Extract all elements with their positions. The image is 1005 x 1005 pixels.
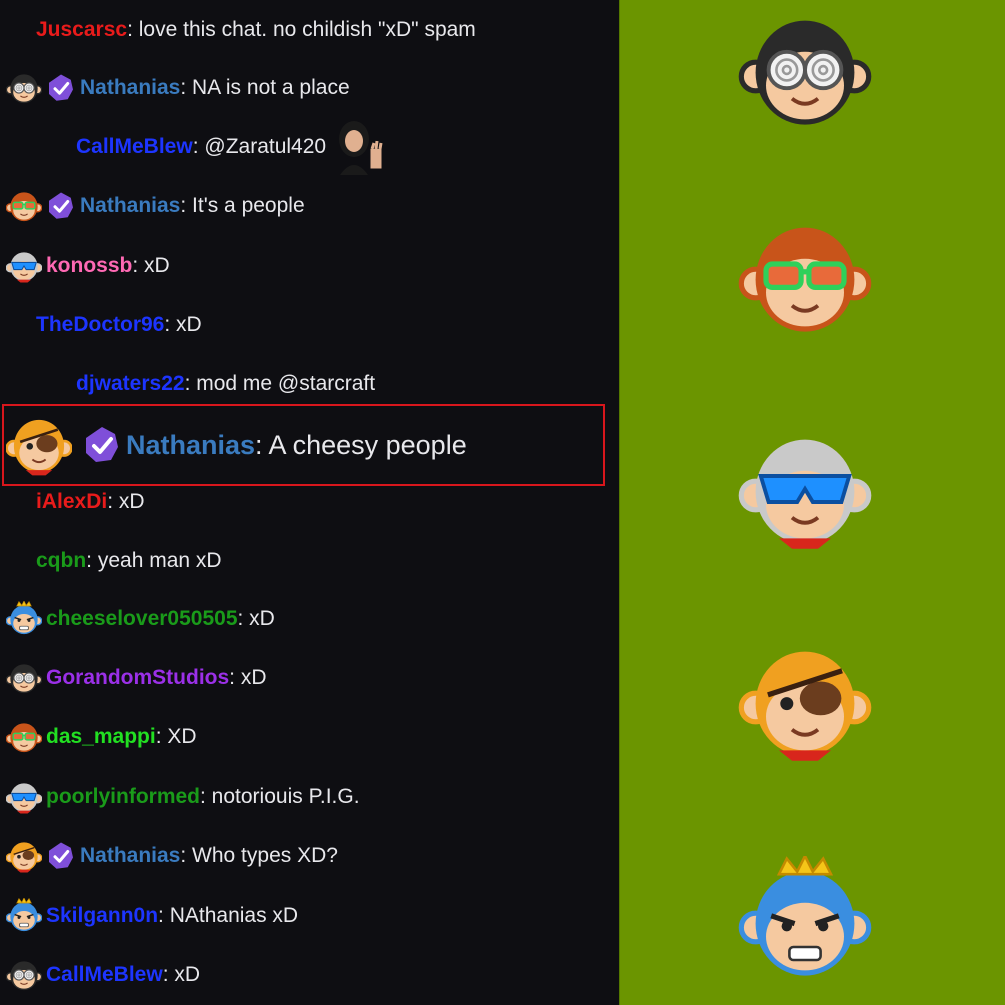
pirate-monkey-avatar-icon: [5, 838, 43, 874]
chat-message-text: : love this chat. no childish "xD" spam: [127, 17, 476, 41]
chat-username[interactable]: cheeselover050505: [46, 607, 238, 631]
chat-message-text: : xD: [132, 253, 170, 277]
chat-message-text: : xD: [237, 606, 275, 630]
chat-username[interactable]: CallMeBlew: [46, 963, 163, 987]
goggles-monkey-emote-icon: [732, 5, 878, 135]
chat-message: konossb: xD: [0, 236, 619, 295]
waving-woman-emote-icon: [334, 118, 385, 175]
chat-message-text: : xD: [229, 665, 267, 689]
chat-message-text: : notoriouis P.I.G.: [200, 784, 360, 808]
chat-message: das_mappi: XD: [0, 707, 619, 766]
chat-message-text: : Who types XD?: [180, 843, 338, 867]
chat-username[interactable]: poorlyinformed: [46, 785, 200, 809]
chat-message-text: : xD: [107, 489, 145, 513]
chat-username[interactable]: Nathanias: [80, 76, 180, 100]
chat-username[interactable]: konossb: [46, 254, 132, 278]
chat-message-text: : NA is not a place: [180, 75, 350, 99]
chat-username[interactable]: Nathanias: [80, 194, 180, 218]
verified-badge-icon: [46, 73, 76, 103]
verified-badge-icon: [82, 425, 122, 465]
chat-message-text: : XD: [155, 724, 197, 748]
king-monkey-avatar-icon: [5, 896, 43, 934]
chat-username[interactable]: TheDoctor96: [36, 313, 164, 337]
chat-message: TheDoctor96: xD: [0, 295, 619, 354]
chat-username[interactable]: Juscarsc: [36, 18, 127, 42]
chat-message: cqbn: yeah man xD: [0, 531, 619, 590]
pirate-monkey-avatar-icon: [5, 412, 73, 478]
chat-message-text: : A cheesy people: [255, 429, 467, 460]
blue-shades-monkey-avatar-icon: [5, 248, 43, 284]
chat-message: Nathanias: Who types XD?: [0, 826, 619, 885]
king-monkey-emote-icon: [732, 853, 878, 986]
chat-message: Skilgann0n: NAthanias xD: [0, 886, 619, 945]
chat-message-highlighted: Nathanias: A cheesy people: [4, 406, 619, 484]
blue-shades-monkey-avatar-icon: [5, 779, 43, 815]
blue-shades-monkey-emote-icon: [732, 424, 878, 554]
verified-badge-icon: [46, 841, 76, 871]
chat-username[interactable]: GorandomStudios: [46, 666, 229, 690]
emote-sidebar: [619, 0, 1005, 1005]
highlighted-message-box: Nathanias: A cheesy people: [2, 404, 605, 486]
chat-message: CallMeBlew: @Zaratul420: [0, 117, 619, 176]
chat-message-text: : yeah man xD: [86, 548, 222, 572]
chat-message: cheeselover050505: xD: [0, 589, 619, 648]
chat-message-text: : @Zaratul420: [192, 134, 327, 158]
chat-username[interactable]: CallMeBlew: [76, 135, 193, 159]
chat-message-text: : xD: [162, 962, 201, 986]
chat-message-text: : mod me @starcraft: [184, 371, 376, 395]
chat-username[interactable]: Nathanias: [80, 844, 180, 868]
green-shades-monkey-emote-icon: [732, 212, 878, 342]
chat-username[interactable]: cqbn: [36, 549, 86, 573]
chat-username[interactable]: iAlexDi: [36, 490, 107, 514]
green-shades-monkey-avatar-icon: [5, 719, 43, 755]
goggles-monkey-avatar-icon: [5, 660, 43, 696]
chat-username[interactable]: djwaters22: [76, 372, 185, 396]
pirate-monkey-emote-icon: [732, 636, 878, 766]
verified-badge-icon: [46, 191, 76, 221]
chat-message: GorandomStudios: xD: [0, 648, 619, 707]
chat-panel: Juscarsc: love this chat. no childish "x…: [0, 0, 619, 1005]
chat-username[interactable]: Skilgann0n: [46, 904, 158, 928]
chat-message: Nathanias: NA is not a place: [0, 58, 619, 117]
chat-username[interactable]: das_mappi: [46, 725, 156, 749]
chat-message: Nathanias: It's a people: [0, 176, 619, 235]
chat-message: Juscarsc: love this chat. no childish "x…: [0, 0, 619, 59]
chat-message-text: : It's a people: [180, 193, 305, 217]
chat-username[interactable]: Nathanias: [126, 430, 255, 461]
green-shades-monkey-avatar-icon: [5, 188, 43, 224]
king-monkey-avatar-icon: [5, 599, 43, 637]
goggles-monkey-avatar-icon: [5, 70, 43, 106]
chat-message: poorlyinformed: notoriouis P.I.G.: [0, 767, 619, 826]
goggles-monkey-avatar-icon: [5, 957, 43, 993]
chat-message: CallMeBlew: xD: [0, 945, 619, 1004]
chat-message-text: : xD: [164, 312, 202, 336]
chat-message-text: : NAthanias xD: [158, 903, 299, 927]
